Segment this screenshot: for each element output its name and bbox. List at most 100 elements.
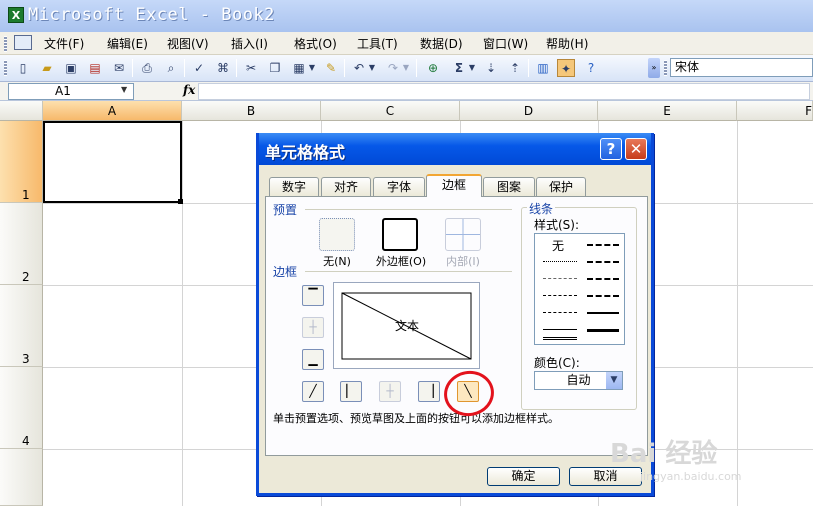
help-button[interactable]: ? (600, 138, 622, 160)
border-inside-horizontal-button[interactable]: ┼ (302, 317, 324, 338)
research-icon[interactable]: ⌘ (214, 59, 232, 77)
column-header-f[interactable]: F (737, 101, 813, 121)
open-icon[interactable]: ▰ (38, 59, 56, 77)
dialog-title-bar[interactable]: 单元格格式 ? ✕ (259, 133, 651, 165)
line-style-list[interactable]: 无 (534, 233, 625, 345)
copy-icon[interactable]: ❐ (266, 59, 284, 77)
fill-handle[interactable] (178, 199, 183, 204)
line-style-thick[interactable] (587, 329, 619, 332)
select-all-corner[interactable] (0, 101, 43, 121)
border-top-button[interactable]: ▔ (302, 285, 324, 306)
line-style-medium-dashed[interactable] (587, 295, 619, 297)
menu-file[interactable]: 文件(F) (44, 35, 84, 52)
redo-dropdown-icon[interactable]: ▼ (402, 59, 410, 77)
hyperlink-icon[interactable]: ⊕ (424, 59, 442, 77)
row-header-5[interactable] (0, 449, 43, 506)
toolbar-options-icon[interactable]: » (648, 58, 660, 78)
line-style-dashed[interactable] (543, 329, 577, 330)
chevron-down-icon[interactable]: ▼ (606, 372, 622, 389)
spelling-icon[interactable]: ✓ (190, 59, 208, 77)
row-header-3[interactable]: 3 (0, 285, 43, 367)
menu-help[interactable]: 帮助(H) (546, 35, 588, 52)
row-header-1[interactable]: 1 (0, 121, 43, 203)
line-style-dotted[interactable] (543, 278, 577, 279)
border-diagonal-up-button[interactable]: ╱ (302, 381, 324, 402)
line-style-none[interactable]: 无 (552, 237, 564, 254)
formula-input[interactable] (198, 83, 810, 100)
menu-format[interactable]: 格式(O) (294, 35, 337, 52)
autosum-icon[interactable]: Σ (450, 59, 468, 77)
tab-protection[interactable]: 保护 (536, 177, 586, 196)
undo-dropdown-icon[interactable]: ▼ (368, 59, 376, 77)
menu-tools[interactable]: 工具(T) (357, 35, 398, 52)
menu-edit[interactable]: 编辑(E) (107, 35, 148, 52)
row-header-4[interactable]: 4 (0, 367, 43, 449)
name-box-dropdown-icon[interactable]: ▼ (121, 85, 127, 94)
tab-font[interactable]: 字体 (373, 177, 425, 196)
excel-app-icon[interactable]: X (8, 7, 24, 23)
print-icon[interactable]: ⎙ (138, 59, 156, 77)
menu-data[interactable]: 数据(D) (420, 35, 463, 52)
permission-icon[interactable]: ▤ (86, 59, 104, 77)
paste-dropdown-icon[interactable]: ▼ (308, 59, 316, 77)
tab-border[interactable]: 边框 (426, 174, 482, 197)
font-name-input[interactable]: 宋体 (670, 58, 813, 77)
color-dropdown[interactable]: 自动 ▼ (534, 371, 623, 390)
border-inside-vertical-button[interactable]: ┼ (379, 381, 401, 402)
selected-cell-a1[interactable] (43, 121, 182, 203)
save-icon[interactable]: ▣ (62, 59, 80, 77)
menu-insert[interactable]: 插入(I) (231, 35, 268, 52)
close-button[interactable]: ✕ (625, 138, 647, 160)
line-style-slanted-dashdot[interactable] (587, 261, 619, 263)
line-style-medium-dashdot[interactable] (587, 278, 619, 280)
workbook-icon[interactable] (14, 35, 32, 50)
tab-number[interactable]: 数字 (269, 177, 319, 196)
formatting-grip-icon[interactable] (664, 60, 667, 76)
preset-inside-button[interactable] (445, 218, 481, 251)
email-icon[interactable]: ✉ (110, 59, 128, 77)
tab-alignment[interactable]: 对齐 (321, 177, 371, 196)
new-icon[interactable]: ▯ (14, 59, 32, 77)
sort-ascending-icon[interactable]: ⇣ (482, 59, 500, 77)
format-cells-dialog: 单元格格式 ? ✕ 数字 对齐 字体 边框 图案 保护 预置 无(N) 外边框(… (256, 133, 654, 496)
redo-icon[interactable]: ↷ (384, 59, 402, 77)
paste-icon[interactable]: ▦ (290, 59, 308, 77)
ok-button[interactable]: 确定 (487, 467, 560, 486)
autosum-dropdown-icon[interactable]: ▼ (468, 59, 476, 77)
insert-function-icon[interactable]: fx (183, 83, 195, 97)
toolbar-grip-icon[interactable] (4, 60, 7, 76)
row-header-2[interactable]: 2 (0, 203, 43, 285)
column-header-c[interactable]: C (321, 101, 460, 121)
border-right-button[interactable]: ▕ (418, 381, 440, 402)
presets-label: 预置 (273, 203, 298, 217)
menu-view[interactable]: 视图(V) (167, 35, 209, 52)
tab-patterns[interactable]: 图案 (483, 177, 535, 196)
name-box[interactable]: A1 (8, 83, 134, 100)
menu-window[interactable]: 窗口(W) (483, 35, 528, 52)
column-header-b[interactable]: B (182, 101, 321, 121)
menubar-grip-icon[interactable] (4, 36, 7, 52)
title-bar: X Microsoft Excel - Book2 (0, 0, 813, 32)
drawing-icon[interactable]: ✦ (557, 59, 575, 77)
line-style-medium-dashdotdot[interactable] (587, 244, 619, 246)
line-style-hair[interactable] (543, 261, 577, 262)
cut-icon[interactable]: ✂ (242, 59, 260, 77)
column-header-e[interactable]: E (598, 101, 737, 121)
undo-icon[interactable]: ↶ (350, 59, 368, 77)
column-header-d[interactable]: D (460, 101, 598, 121)
print-preview-icon[interactable]: ⌕ (162, 59, 180, 77)
border-bottom-button[interactable]: ▁ (302, 349, 324, 370)
preset-none-button[interactable] (319, 218, 355, 251)
border-preview[interactable]: 文本 (333, 282, 480, 369)
office-help-icon[interactable]: ? (582, 59, 600, 77)
line-style-dashdot[interactable] (543, 312, 577, 313)
sort-descending-icon[interactable]: ⇡ (506, 59, 524, 77)
column-header-a[interactable]: A (43, 101, 182, 121)
format-painter-icon[interactable]: ✎ (322, 59, 340, 77)
border-left-button[interactable]: ▏ (340, 381, 362, 402)
line-style-thin[interactable] (543, 337, 577, 340)
chart-wizard-icon[interactable]: ▥ (534, 59, 552, 77)
line-style-dashdotdot[interactable] (543, 295, 577, 296)
line-style-medium[interactable] (587, 312, 619, 314)
preset-outline-button[interactable] (382, 218, 418, 251)
